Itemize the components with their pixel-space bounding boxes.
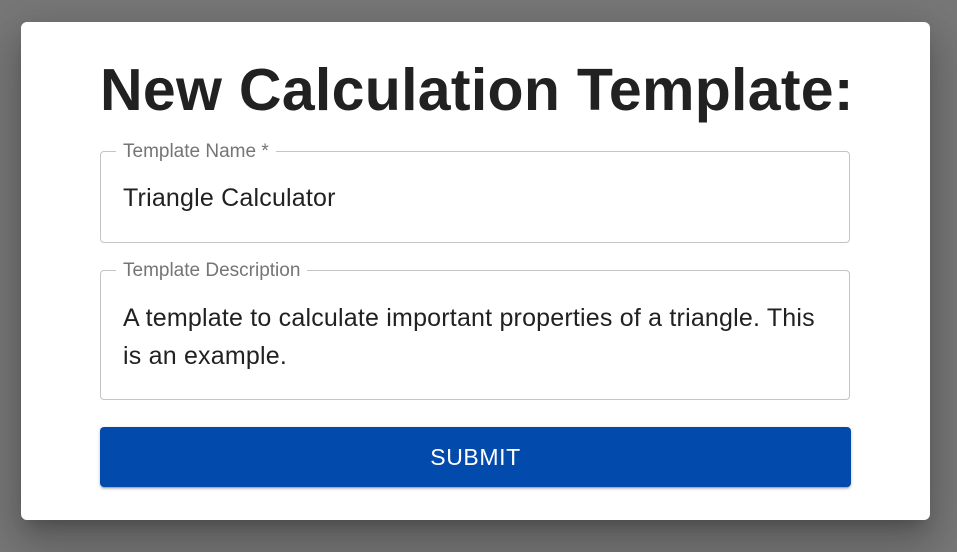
submit-button[interactable]: SUBMIT	[100, 427, 851, 487]
template-name-label: Template Name *	[116, 141, 276, 163]
template-description-label: Template Description	[116, 260, 308, 282]
template-name-input[interactable]	[123, 182, 827, 214]
new-template-dialog: New Calculation Template: Template Name …	[21, 22, 930, 520]
template-description-input[interactable]: A template to calculate important proper…	[123, 299, 827, 379]
template-name-field[interactable]: Template Name *	[100, 141, 850, 243]
dialog-title: New Calculation Template:	[100, 57, 854, 123]
template-description-field[interactable]: Template Description A template to calcu…	[100, 260, 850, 400]
